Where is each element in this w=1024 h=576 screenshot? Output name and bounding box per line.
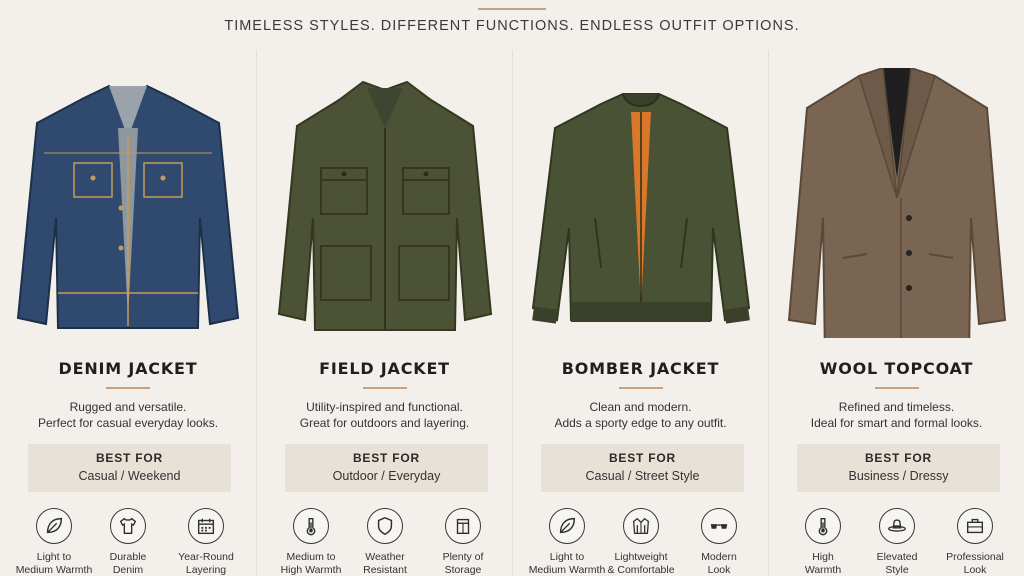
feature-line1: Weather — [365, 551, 405, 563]
jacket-description-line2: Great for outdoors and layering. — [299, 416, 470, 430]
name-divider — [619, 387, 663, 389]
feature-look: Modern Look — [676, 508, 762, 576]
feature-line2: & Comfortable — [607, 564, 675, 576]
sunglasses-icon — [701, 508, 737, 544]
page-tagline: TIMELESS STYLES. DIFFERENT FUNCTIONS. EN… — [224, 18, 800, 34]
feature-line1: Light to — [36, 551, 72, 563]
feature-line2: Layering — [185, 564, 227, 576]
jacket-name: BOMBER JACKET — [561, 359, 720, 378]
feature-line2: High Warmth — [280, 564, 342, 576]
leaf-icon — [36, 508, 72, 544]
best-for-value: Outdoor / Everyday — [332, 469, 441, 483]
top-accent-rule — [478, 8, 546, 10]
feature-line1: Modern — [701, 551, 737, 563]
feature-season: Year-Round Layering — [163, 508, 249, 576]
field-jacket-image — [271, 68, 499, 338]
name-divider — [875, 387, 919, 389]
feature-weight: Lightweight & Comfortable — [598, 508, 684, 576]
best-for-label: BEST FOR — [352, 451, 421, 465]
best-for-value: Business / Dressy — [848, 469, 949, 483]
best-for-box: BEST FOR Casual / Weekend — [28, 444, 231, 492]
feature-list: High Warmth Elevated Style Professional Loo… — [769, 508, 1024, 576]
best-for-box: BEST FOR Outdoor / Everyday — [285, 444, 488, 492]
briefcase-icon — [957, 508, 993, 544]
feature-line2: Look — [963, 564, 987, 576]
jacket-card-field: FIELD JACKET Utility-inspired and functi… — [256, 50, 512, 576]
best-for-label: BEST FOR — [95, 451, 164, 465]
feature-line2: Look — [707, 564, 731, 576]
jacket-description-line2: Adds a sporty edge to any outfit. — [554, 416, 727, 430]
jacket-columns: DENIM JACKET Rugged and versatile. Perfe… — [0, 50, 1024, 576]
wool-topcoat-image — [783, 68, 1011, 338]
feature-line1: Elevated — [876, 551, 918, 563]
jacket-description-line2: Perfect for casual everyday looks. — [37, 416, 219, 430]
feature-line1: Durable — [109, 551, 147, 563]
pocket-icon — [445, 508, 481, 544]
jacket-description-line1: Rugged and versatile. — [69, 400, 187, 414]
jacket-description-line1: Clean and modern. — [589, 400, 692, 414]
calendar-icon — [188, 508, 224, 544]
best-for-value: Casual / Street Style — [585, 469, 700, 483]
name-divider — [106, 387, 150, 389]
jacket-description-line1: Utility-inspired and functional. — [306, 400, 463, 414]
tshirt-icon — [110, 508, 146, 544]
feature-professional: Professional Look — [932, 508, 1018, 576]
feature-list: Medium to High Warmth Weather Resistant Pl… — [257, 508, 512, 576]
shield-icon — [367, 508, 403, 544]
bomber-jacket-image — [527, 68, 755, 338]
name-divider — [363, 387, 407, 389]
feature-line2: Resistant — [363, 564, 407, 576]
jacket-icon — [623, 508, 659, 544]
jacket-card-bomber: BOMBER JACKET Clean and modern. Adds a s… — [512, 50, 768, 576]
feature-line1: Lightweight — [614, 551, 668, 563]
jacket-card-denim: DENIM JACKET Rugged and versatile. Perfe… — [0, 50, 256, 576]
best-for-box: BEST FOR Casual / Street Style — [541, 444, 744, 492]
feature-list: Light to Medium Warmth Lightweight & Comfo… — [513, 508, 768, 576]
hat-icon — [879, 508, 915, 544]
feature-material: Durable Denim — [85, 508, 171, 576]
feature-line2: Denim — [112, 564, 144, 576]
feature-line1: High — [812, 551, 834, 563]
denim-jacket-image — [14, 68, 242, 338]
feature-line2: Warmth — [804, 564, 842, 576]
best-for-value: Casual / Weekend — [78, 469, 181, 483]
jacket-description-line2: Ideal for smart and formal looks. — [810, 416, 983, 430]
feature-line1: Medium to — [286, 551, 336, 563]
feature-style: Elevated Style — [854, 508, 940, 576]
leaf-icon — [549, 508, 585, 544]
jacket-name: DENIM JACKET — [58, 359, 198, 378]
thermometer-icon — [805, 508, 841, 544]
feature-line1: Professional — [946, 551, 1004, 563]
feature-line1: Year-Round — [178, 551, 234, 563]
feature-line2: Medium Warmth — [15, 564, 93, 576]
feature-storage: Plenty of Storage — [420, 508, 506, 576]
jacket-card-topcoat: WOOL TOPCOAT Refined and timeless. Ideal… — [768, 50, 1024, 576]
jacket-description-line1: Refined and timeless. — [838, 400, 955, 414]
thermometer-icon — [293, 508, 329, 544]
feature-line2: Style — [885, 564, 909, 576]
feature-weather: Weather Resistant — [342, 508, 428, 576]
feature-line1: Light to — [549, 551, 585, 563]
best-for-label: BEST FOR — [864, 451, 933, 465]
feature-line2: Storage — [444, 564, 482, 576]
jacket-name: FIELD JACKET — [319, 359, 450, 378]
feature-line1: Plenty of — [442, 551, 484, 563]
feature-line2: Medium Warmth — [528, 564, 606, 576]
jacket-name: WOOL TOPCOAT — [819, 359, 974, 378]
best-for-label: BEST FOR — [608, 451, 677, 465]
best-for-box: BEST FOR Business / Dressy — [797, 444, 1000, 492]
feature-list: Light to Medium Warmth Durable Denim Year-… — [0, 508, 256, 576]
